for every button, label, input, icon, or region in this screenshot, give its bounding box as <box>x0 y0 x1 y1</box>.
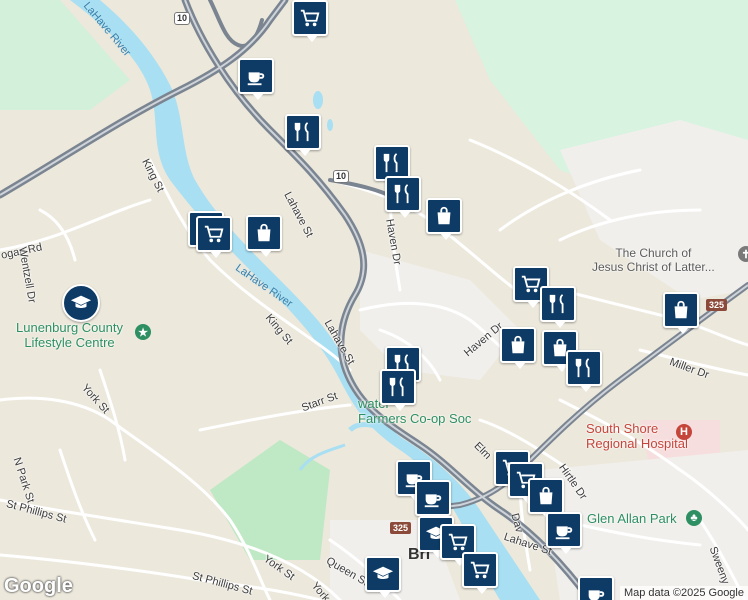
coffee-icon[interactable] <box>238 58 274 100</box>
coffee-icon[interactable] <box>415 480 451 522</box>
hospital-icon: H <box>676 424 692 440</box>
cart-icon[interactable] <box>196 216 232 258</box>
leisure-icon: ★ <box>135 324 151 340</box>
fork-knife-icon[interactable] <box>540 286 576 328</box>
church-icon: ✝ <box>738 246 748 262</box>
bag-icon[interactable] <box>426 198 462 240</box>
bag-icon[interactable] <box>246 215 282 257</box>
graduation-icon[interactable] <box>62 284 100 322</box>
bag-icon[interactable] <box>528 478 564 520</box>
fork-knife-icon[interactable] <box>566 350 602 392</box>
graduation-icon[interactable] <box>365 556 401 598</box>
route-325-shield-south: 325 <box>390 522 412 534</box>
place-lunenburg-lifestyle-centre[interactable]: Lunenburg County Lifestyle Centre <box>16 320 123 350</box>
route-325-shield-east: 325 <box>706 299 728 311</box>
fork-knife-icon[interactable] <box>385 176 421 218</box>
place-glen-allan-park[interactable]: Glen Allan Park <box>587 511 677 526</box>
google-logo: Google <box>4 575 73 597</box>
coffee-icon[interactable] <box>546 512 582 554</box>
route-10-shield-east: 10 <box>333 170 350 183</box>
map-canvas[interactable]: 10 10 325 325 Lahave St Lahave St Lahave… <box>0 0 748 600</box>
tree-icon: ♣ <box>686 510 702 526</box>
fork-knife-icon[interactable] <box>380 369 416 411</box>
map-attribution[interactable]: Map data ©2025 Google <box>619 586 748 600</box>
bag-icon[interactable] <box>663 292 699 334</box>
bag-icon[interactable] <box>500 327 536 369</box>
coffee-icon[interactable] <box>578 576 614 600</box>
place-church[interactable]: The Church of Jesus Christ of Latter... <box>592 246 715 274</box>
fork-knife-icon[interactable] <box>285 114 321 156</box>
cart-icon[interactable] <box>292 0 328 42</box>
cart-icon[interactable] <box>462 552 498 594</box>
route-10-shield-north: 10 <box>174 12 191 25</box>
map-base <box>0 0 748 600</box>
place-south-shore-hospital[interactable]: South Shore Regional Hospital <box>586 421 688 451</box>
